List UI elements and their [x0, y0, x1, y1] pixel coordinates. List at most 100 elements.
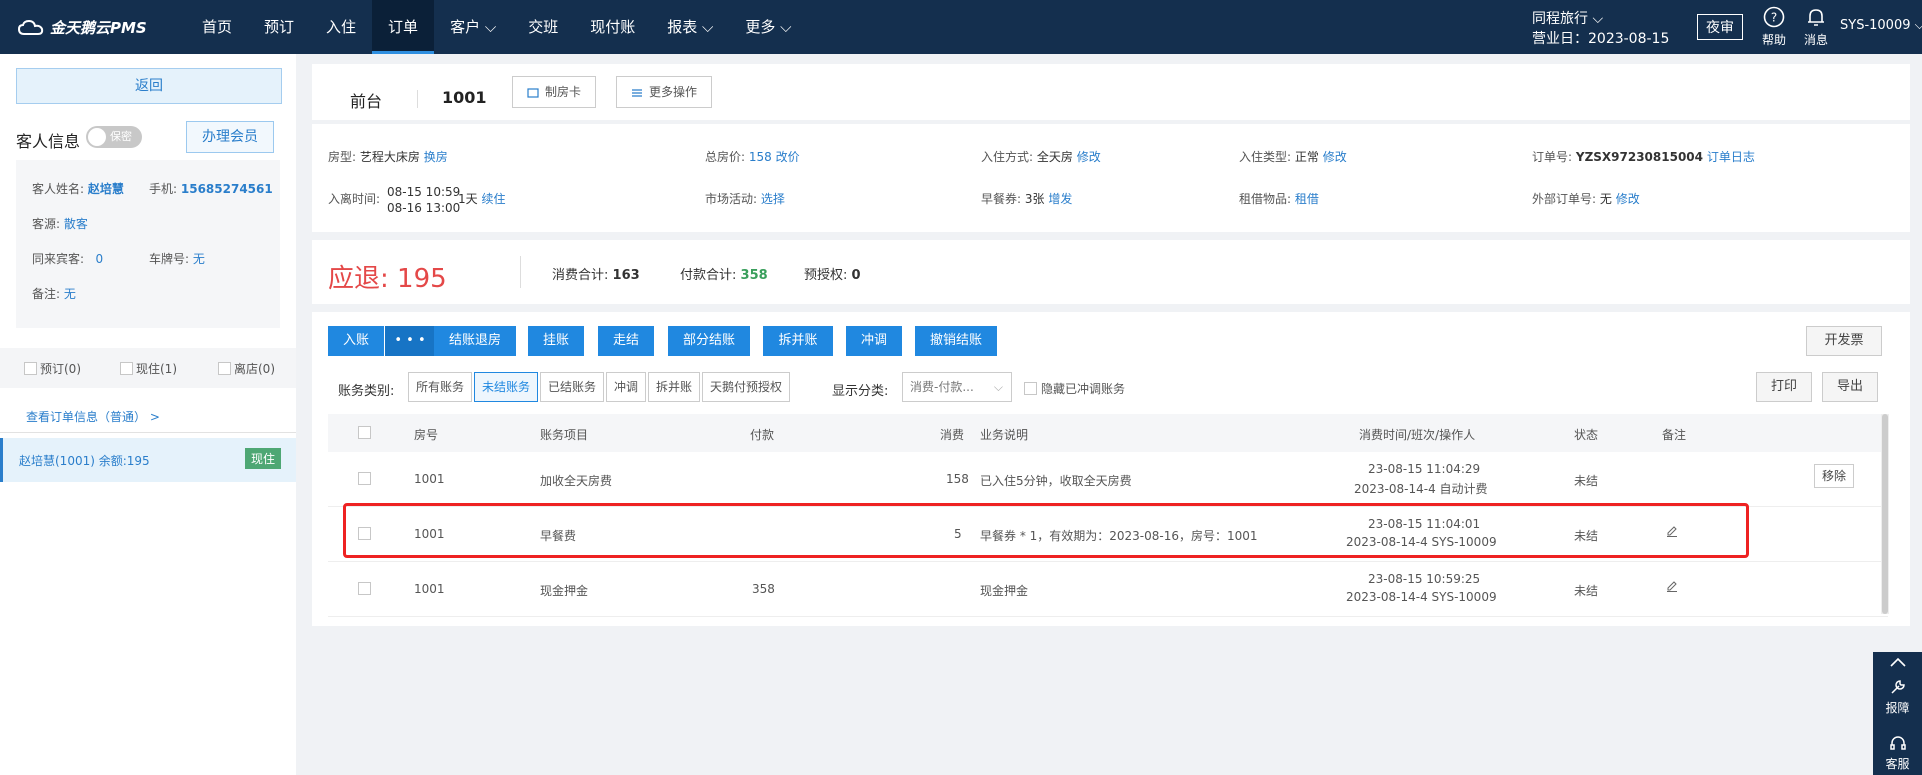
modify-external-link[interactable]: 修改 — [1616, 192, 1640, 206]
row-checkbox[interactable] — [358, 472, 371, 485]
nav-more[interactable]: 更多 ⌵ — [729, 0, 807, 54]
checked-in-checkbox[interactable] — [120, 362, 133, 375]
plate[interactable]: 无 — [193, 252, 205, 266]
partial-settle-button[interactable]: 部分结账 — [668, 326, 750, 356]
guest-room-row[interactable]: 赵培慧(1001) 余额:195 现住 — [0, 438, 296, 482]
row-item: 加收全天房费 — [540, 474, 613, 488]
extend-stay-link[interactable]: 续住 — [481, 192, 505, 206]
source[interactable]: 散客 — [64, 217, 88, 231]
hotel-selector[interactable]: 同程旅行 ⌵ 营业日：2023-08-15 — [1532, 9, 1669, 49]
checkin-type-field: 入住类型: 正常 修改 — [1239, 148, 1347, 165]
guest-name[interactable]: 赵培慧 — [88, 182, 124, 196]
total-price-field: 总房价: 158 改价 — [705, 148, 800, 165]
refund-value: 195 — [397, 264, 447, 294]
row-item: 现金押金 — [540, 584, 589, 598]
tab-settled[interactable]: 已结账务 — [540, 372, 605, 402]
row-room: 1001 — [414, 582, 445, 596]
invoice-button[interactable]: 开发票 — [1806, 326, 1882, 356]
phone[interactable]: 15685274561 — [181, 182, 273, 196]
table-scrollbar[interactable] — [1881, 414, 1889, 614]
service-label: 客服 — [1885, 757, 1910, 771]
messages-button[interactable]: 消息 — [1796, 6, 1836, 48]
tab-preauth[interactable]: 天鹅付预授权 — [702, 372, 791, 402]
make-card-button[interactable]: 制房卡 — [512, 76, 597, 108]
nav-customers[interactable]: 客户 ⌵ — [434, 0, 512, 54]
row-time: 23-08-15 11:04:29 — [1368, 462, 1481, 476]
row-shift: 2023-08-14-4 自动计费 — [1354, 482, 1488, 496]
return-button[interactable]: 返回 — [16, 68, 282, 104]
order-info-panel: 房型: 艺程大床房 换房 总房价: 158 改价 入住方式: 全天房 修改 入住… — [312, 124, 1910, 232]
status-reserved[interactable]: 预订(0) — [24, 360, 81, 377]
user-menu[interactable]: SYS-10009 ⌵ — [1840, 18, 1922, 33]
nav-reports[interactable]: 报表 ⌵ — [651, 0, 729, 54]
hide-adjust-option[interactable]: 隐藏已冲调账务 — [1024, 380, 1125, 397]
checkin-type-label: 入住类型: — [1239, 150, 1292, 164]
tab-split-merge[interactable]: 拆并账 — [648, 372, 701, 402]
nav-orders[interactable]: 订单 — [372, 0, 435, 54]
table-row[interactable]: 1001 现金押金 358 现金押金 23-08-15 10:59:25 202… — [328, 562, 1888, 617]
checkin-method-label: 入住方式: — [981, 150, 1034, 164]
remove-button[interactable]: 移除 — [1814, 464, 1854, 488]
nav-reservation[interactable]: 预订 — [248, 0, 310, 54]
modify-checkin-method-link[interactable]: 修改 — [1077, 150, 1101, 164]
guest-name-row: 客人姓名: 赵培慧 — [32, 180, 124, 197]
settle-checkout-button[interactable]: 结账退房 — [434, 326, 516, 356]
adjust-button[interactable]: 冲调 — [846, 326, 902, 356]
tab-unsettled[interactable]: 未结账务 — [474, 372, 539, 402]
cloud-icon — [18, 19, 44, 35]
row-consume: 158 — [946, 472, 969, 486]
privacy-toggle[interactable]: 保密 — [86, 126, 142, 148]
consume-total: 消费合计: 163 — [552, 264, 640, 283]
display-label: 显示分类: — [832, 384, 889, 399]
tab-adjust[interactable]: 冲调 — [606, 372, 647, 402]
service-button[interactable]: 客服 — [1873, 734, 1922, 772]
export-button[interactable]: 导出 — [1822, 372, 1878, 402]
select-all-checkbox[interactable] — [358, 426, 371, 439]
pay-total: 付款合计: 358 — [680, 264, 768, 283]
modify-checkin-type-link[interactable]: 修改 — [1323, 150, 1347, 164]
remark[interactable]: 无 — [64, 287, 76, 301]
hide-adjust-checkbox[interactable] — [1024, 382, 1037, 395]
left-checkbox[interactable] — [218, 362, 231, 375]
cancel-settle-button[interactable]: 撤销结账 — [915, 326, 997, 356]
change-price-link[interactable]: 改价 — [776, 150, 800, 164]
status-checked-in[interactable]: 现住(1) — [120, 360, 177, 377]
table-row[interactable]: 1001 加收全天房费 158 已入住5分钟，收取全天房费 23-08-15 1… — [328, 452, 1888, 507]
post-more-button[interactable]: • • • — [385, 326, 435, 356]
reserved-checkbox[interactable] — [24, 362, 37, 375]
col-item: 账务项目 — [540, 428, 589, 442]
scroll-top-button[interactable] — [1873, 656, 1922, 671]
breakfast-add-link[interactable]: 增发 — [1048, 192, 1072, 206]
night-audit-button[interactable]: 夜审 — [1697, 14, 1743, 40]
edit-icon[interactable] — [1666, 580, 1678, 595]
report-button[interactable]: 报障 — [1873, 678, 1922, 716]
walkout-button[interactable]: 走结 — [598, 326, 654, 356]
split-merge-button[interactable]: 拆并账 — [763, 326, 833, 356]
more-ops-button[interactable]: 更多操作 — [616, 76, 713, 108]
app-logo[interactable]: 金天鹅云PMS — [18, 17, 147, 38]
display-select[interactable]: 消费-付款... ⌵ — [902, 372, 1012, 402]
nav-shift[interactable]: 交班 — [512, 0, 574, 54]
order-log-link[interactable]: 订单日志 — [1707, 150, 1755, 164]
change-room-link[interactable]: 换房 — [424, 150, 448, 164]
rental-field: 租借物品: 租借 — [1239, 190, 1319, 207]
market-select-link[interactable]: 选择 — [761, 192, 785, 206]
hotel-name[interactable]: 同程旅行 ⌵ — [1532, 9, 1669, 29]
help-button[interactable]: ? 帮助 — [1754, 6, 1794, 48]
hang-button[interactable]: 挂账 — [528, 326, 584, 356]
nav-home[interactable]: 首页 — [186, 0, 248, 54]
nav-cash-account[interactable]: 现付账 — [574, 0, 651, 54]
print-button[interactable]: 打印 — [1756, 372, 1812, 402]
member-button[interactable]: 办理会员 — [186, 121, 274, 153]
report-label: 报障 — [1885, 701, 1910, 715]
category-label: 账务类别: — [338, 384, 395, 399]
nav-checkin[interactable]: 入住 — [310, 0, 372, 54]
chevron-up-icon — [1889, 657, 1906, 667]
tab-all-accounts[interactable]: 所有账务 — [408, 372, 473, 402]
order-info-link[interactable]: 查看订单信息（普通） > — [26, 408, 160, 425]
rental-link[interactable]: 租借 — [1295, 192, 1319, 206]
status-left[interactable]: 离店(0) — [218, 360, 275, 377]
companions[interactable]: 0 — [96, 252, 104, 266]
post-button[interactable]: 入账 — [328, 326, 384, 356]
row-checkbox[interactable] — [358, 582, 371, 595]
